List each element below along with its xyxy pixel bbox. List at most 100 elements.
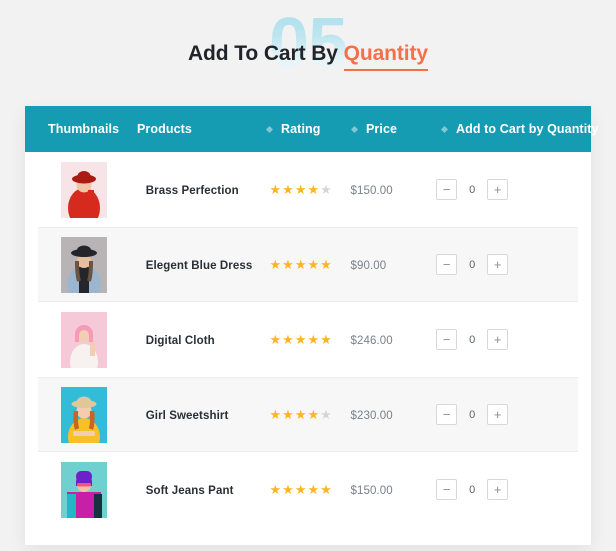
table-row: Digital Cloth ★ ★ ★ ★ ★ $246.00 −0 + [38, 302, 578, 377]
quantity-value[interactable]: 0 [457, 484, 487, 496]
sort-diamond-icon [265, 125, 274, 133]
column-header-thumbnails-label: Thumbnails [48, 122, 120, 136]
rating-stars: ★ ★ ★ ★ ★ [270, 333, 351, 346]
product-price-cell: $246.00 [350, 331, 436, 349]
star-filled-icon: ★ [307, 407, 320, 422]
table-row: Brass Perfection ★ ★ ★ ★ ★ $150.00 −0 + [38, 152, 578, 227]
product-thumbnail-image[interactable] [61, 236, 107, 293]
product-price-cell: $90.00 [350, 256, 436, 274]
product-rating-cell: ★ ★ ★ ★ ★ [270, 333, 351, 346]
star-filled-icon: ★ [282, 257, 294, 272]
star-filled-icon: ★ [307, 482, 320, 497]
rating-stars: ★ ★ ★ ★ ★ [270, 483, 351, 496]
quantity-increment-button[interactable]: + [487, 254, 509, 275]
column-header-add-to-cart[interactable]: Add to Cart by Quantity [440, 122, 598, 136]
quantity-value[interactable]: 0 [457, 259, 487, 271]
product-thumbnail-image[interactable] [61, 461, 107, 518]
product-price: $246.00 [350, 334, 393, 347]
star-filled-icon: ★ [307, 332, 320, 347]
product-name[interactable]: Soft Jeans Pant [146, 485, 234, 497]
rating-stars: ★ ★ ★ ★ ★ [270, 183, 351, 196]
column-header-thumbnails[interactable]: Thumbnails [25, 122, 137, 136]
page-title: Add To Cart By Quantity [188, 42, 428, 66]
quantity-stepper: −0 + [436, 329, 578, 350]
product-thumbnail-image[interactable] [61, 311, 107, 368]
quantity-increment-button[interactable]: + [487, 329, 509, 350]
quantity-increment-button[interactable]: + [487, 179, 509, 200]
quantity-decrement-button[interactable]: − [436, 179, 458, 200]
star-empty-icon: ★ [320, 407, 332, 422]
table-row: Elegent Blue Dress ★ ★ ★ ★ ★ $90.00−0 + [38, 227, 578, 302]
product-price: $90.00 [350, 259, 387, 272]
product-thumbnail-cell [38, 236, 146, 293]
column-header-price-label: Price [366, 122, 398, 136]
star-filled-icon: ★ [269, 257, 282, 272]
star-filled-icon: ★ [307, 182, 320, 197]
product-name-cell: Digital Cloth [146, 331, 270, 349]
star-filled-icon: ★ [320, 257, 332, 272]
product-name-cell: Girl Sweetshirt [146, 406, 270, 424]
quantity-value[interactable]: 0 [457, 409, 487, 421]
column-header-rating[interactable]: Rating [265, 122, 352, 136]
page-title-accent: Quantity [343, 42, 428, 65]
product-name[interactable]: Digital Cloth [146, 335, 215, 347]
column-header-products[interactable]: Products [137, 122, 267, 136]
column-header-products-label: Products [137, 122, 192, 136]
quantity-value[interactable]: 0 [457, 184, 487, 196]
product-thumbnail-image[interactable] [61, 161, 107, 218]
table-header-row: Thumbnails Products Rating Price Add to … [25, 106, 598, 152]
table-row: Soft Jeans Pant ★ ★ ★ ★ ★ $150.00−0 + [38, 452, 578, 527]
quantity-stepper: −0 + [436, 404, 578, 425]
product-name[interactable]: Brass Perfection [146, 185, 239, 197]
star-filled-icon: ★ [307, 257, 320, 272]
add-to-cart-quantity-cell: −0 + [436, 254, 578, 275]
star-filled-icon: ★ [269, 482, 282, 497]
product-price: $230.00 [350, 409, 393, 422]
product-price-cell: $230.00 [350, 406, 436, 424]
table-row: Girl Sweetshirt ★ ★ ★ ★ ★ $230.00−0 + [38, 377, 578, 452]
product-table-card: Thumbnails Products Rating Price Add to … [25, 106, 598, 545]
star-filled-icon: ★ [320, 332, 332, 347]
product-thumbnail-cell [38, 386, 146, 443]
product-name-cell: Brass Perfection [146, 181, 270, 199]
column-header-rating-label: Rating [281, 122, 321, 136]
product-name[interactable]: Girl Sweetshirt [146, 410, 229, 422]
quantity-increment-button[interactable]: + [487, 404, 509, 425]
star-filled-icon: ★ [282, 332, 294, 347]
page-title-main: Add To Cart By [187, 42, 338, 65]
table-body: Brass Perfection ★ ★ ★ ★ ★ $150.00−0 + Elegent … [25, 152, 591, 545]
quantity-value[interactable]: 0 [457, 334, 487, 346]
product-rating-cell: ★ ★ ★ ★ ★ [270, 483, 351, 496]
product-name[interactable]: Elegent Blue Dress [146, 260, 253, 272]
star-filled-icon: ★ [269, 182, 282, 197]
star-filled-icon: ★ [294, 407, 307, 422]
product-thumbnail-image[interactable] [61, 386, 107, 443]
product-thumbnail-cell [38, 461, 146, 518]
star-empty-icon: ★ [320, 182, 332, 197]
star-filled-icon: ★ [282, 482, 294, 497]
quantity-decrement-button[interactable]: − [436, 404, 458, 425]
quantity-increment-button[interactable]: + [487, 479, 509, 500]
star-filled-icon: ★ [282, 182, 294, 197]
quantity-decrement-button[interactable]: − [436, 329, 458, 350]
star-filled-icon: ★ [294, 482, 307, 497]
product-price: $150.00 [350, 184, 393, 197]
sort-diamond-icon [350, 125, 359, 133]
star-filled-icon: ★ [269, 407, 282, 422]
column-header-price[interactable]: Price [350, 122, 442, 136]
add-to-cart-quantity-cell: −0 + [436, 179, 578, 200]
product-price-cell: $150.00 [350, 481, 436, 499]
page-root: 05 Add To Cart By Quantity Thumbnails Pr… [0, 0, 616, 551]
quantity-decrement-button[interactable]: − [436, 479, 458, 500]
sort-diamond-icon [440, 125, 449, 133]
rating-stars: ★ ★ ★ ★ ★ [270, 408, 351, 421]
product-price-cell: $150.00 [350, 181, 436, 199]
star-filled-icon: ★ [294, 332, 307, 347]
product-thumbnail-cell [38, 311, 146, 368]
product-name-cell: Elegent Blue Dress [146, 256, 270, 274]
add-to-cart-quantity-cell: −0 + [436, 329, 578, 350]
quantity-decrement-button[interactable]: − [436, 254, 458, 275]
star-filled-icon: ★ [282, 407, 294, 422]
page-header: 05 Add To Cart By Quantity [0, 0, 616, 100]
product-rating-cell: ★ ★ ★ ★ ★ [270, 408, 351, 421]
